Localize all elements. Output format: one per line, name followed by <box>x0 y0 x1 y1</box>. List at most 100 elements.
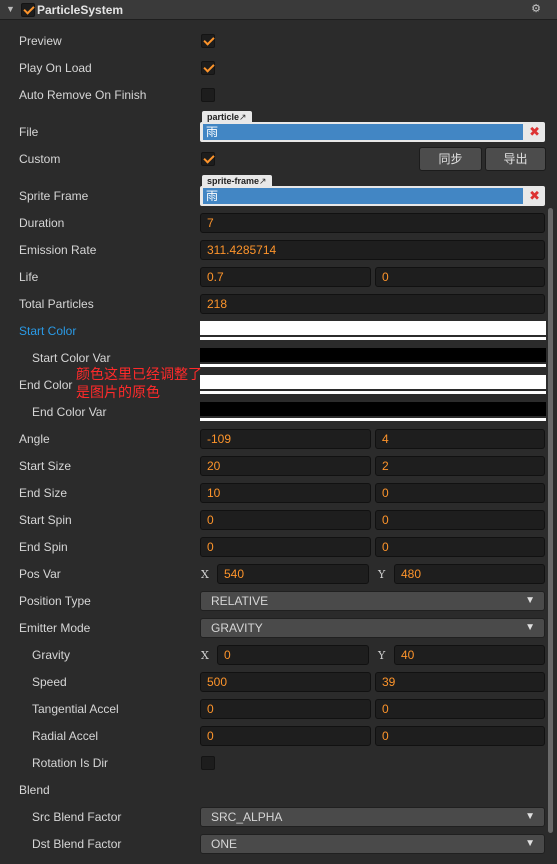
angle-input[interactable]: -109 <box>200 429 371 449</box>
src-blend-factor-label: Src Blend Factor <box>32 810 122 824</box>
src-blend-factor-value: SRC_ALPHA <box>211 810 283 824</box>
life-row: Life 0.7 0 <box>0 266 545 288</box>
emitter-mode-select[interactable]: GRAVITY ▼ <box>200 618 545 638</box>
component-header: ▼ ParticleSystem ⚙ <box>0 0 557 20</box>
end-spin-var-input[interactable]: 0 <box>375 537 545 557</box>
file-type-tag-label: particle <box>207 112 240 122</box>
blend-label: Blend <box>19 783 50 797</box>
play-on-load-label: Play On Load <box>19 61 92 75</box>
file-value: 雨 <box>203 124 523 140</box>
gear-icon[interactable]: ⚙ <box>531 2 541 15</box>
speed-input[interactable]: 500 <box>200 672 371 692</box>
duration-input[interactable]: 7 <box>200 213 545 233</box>
emission-rate-input[interactable]: 311.4285714 <box>200 240 545 260</box>
sync-button[interactable]: 同步 <box>419 147 482 171</box>
start-spin-var-input[interactable]: 0 <box>375 510 545 530</box>
export-button[interactable]: 导出 <box>485 147 546 171</box>
end-color-var-label: End Color Var <box>32 405 107 419</box>
start-size-row: Start Size 20 2 <box>0 455 545 477</box>
pos-var-row: Pos Var X 540 Y 480 <box>0 563 545 585</box>
src-blend-factor-row: Src Blend Factor SRC_ALPHA ▼ <box>0 806 545 828</box>
radial-accel-label: Radial Accel <box>32 729 99 743</box>
end-size-input[interactable]: 10 <box>200 483 371 503</box>
emission-rate-row: Emission Rate 311.4285714 <box>0 239 545 261</box>
collapse-triangle-icon[interactable]: ▼ <box>6 4 15 14</box>
gravity-x-input[interactable]: 0 <box>217 645 369 665</box>
component-title: ParticleSystem <box>37 3 124 17</box>
end-size-var-input[interactable]: 0 <box>375 483 545 503</box>
end-color-var-fill <box>200 402 546 416</box>
start-color-var-swatch[interactable] <box>200 348 546 367</box>
speed-var-input[interactable]: 39 <box>375 672 545 692</box>
dst-blend-factor-value: ONE <box>211 837 238 851</box>
gravity-y-input[interactable]: 40 <box>394 645 545 665</box>
file-field[interactable]: 雨 ✖ <box>200 122 545 142</box>
end-spin-input[interactable]: 0 <box>200 537 371 557</box>
play-on-load-checkbox[interactable] <box>201 61 215 75</box>
dst-blend-factor-select[interactable]: ONE ▼ <box>200 834 545 854</box>
auto-remove-label: Auto Remove On Finish <box>19 88 147 102</box>
total-particles-row: Total Particles 218 <box>0 293 545 315</box>
start-color-var-alpha-bar <box>200 364 546 367</box>
position-type-label: Position Type <box>19 594 91 608</box>
src-blend-factor-select[interactable]: SRC_ALPHA ▼ <box>200 807 545 827</box>
start-color-alpha-bar <box>200 337 546 340</box>
start-spin-row: Start Spin 0 0 <box>0 509 545 531</box>
sprite-frame-field[interactable]: 雨 ✖ <box>200 186 545 206</box>
dst-blend-factor-label: Dst Blend Factor <box>32 837 122 851</box>
dropdown-arrow-icon: ▼ <box>525 838 535 849</box>
tangential-accel-input[interactable]: 0 <box>200 699 371 719</box>
gravity-y-label: Y <box>378 649 386 662</box>
sprite-frame-clear-icon[interactable]: ✖ <box>529 188 540 204</box>
end-color-swatch[interactable] <box>200 375 546 394</box>
external-link-icon[interactable]: ↗ <box>259 176 267 186</box>
position-type-value: RELATIVE <box>211 594 269 608</box>
start-color-var-fill <box>200 348 546 362</box>
tangential-accel-row: Tangential Accel 0 0 <box>0 698 545 720</box>
preview-checkbox[interactable] <box>201 34 215 48</box>
pos-var-label: Pos Var <box>19 567 61 581</box>
angle-row: Angle -109 4 <box>0 428 545 450</box>
pos-var-y-input[interactable]: 480 <box>394 564 545 584</box>
start-size-var-input[interactable]: 2 <box>375 456 545 476</box>
start-size-label: Start Size <box>19 459 72 473</box>
pos-var-y-label: Y <box>378 568 386 581</box>
file-label: File <box>19 125 39 139</box>
rotation-is-dir-row: Rotation Is Dir <box>0 752 545 774</box>
start-color-row: Start Color <box>0 320 546 342</box>
custom-label: Custom <box>19 152 61 166</box>
vertical-scrollbar[interactable] <box>548 208 553 833</box>
life-input[interactable]: 0.7 <box>200 267 371 287</box>
end-color-var-row: End Color Var <box>0 401 546 423</box>
life-var-input[interactable]: 0 <box>375 267 545 287</box>
file-clear-icon[interactable]: ✖ <box>529 124 540 140</box>
preview-label: Preview <box>19 34 62 48</box>
start-color-fill <box>200 321 546 335</box>
end-color-label: End Color <box>19 378 73 392</box>
gravity-x-label: X <box>201 649 209 662</box>
radial-accel-var-input[interactable]: 0 <box>375 726 545 746</box>
dst-blend-factor-row: Dst Blend Factor ONE ▼ <box>0 833 545 855</box>
pos-var-x-input[interactable]: 540 <box>217 564 369 584</box>
external-link-icon[interactable]: ↗ <box>239 112 247 122</box>
position-type-select[interactable]: RELATIVE ▼ <box>200 591 545 611</box>
total-particles-input[interactable]: 218 <box>200 294 545 314</box>
position-type-row: Position Type RELATIVE ▼ <box>0 590 545 612</box>
start-size-input[interactable]: 20 <box>200 456 371 476</box>
annotation-line-2: 是图片的原色 <box>76 385 160 401</box>
tangential-accel-var-input[interactable]: 0 <box>375 699 545 719</box>
start-color-swatch[interactable] <box>200 321 546 340</box>
end-color-var-swatch[interactable] <box>200 402 546 421</box>
end-color-var-alpha-bar <box>200 418 546 421</box>
duration-label: Duration <box>19 216 65 230</box>
rotation-is-dir-checkbox[interactable] <box>201 756 215 770</box>
angle-var-input[interactable]: 4 <box>375 429 545 449</box>
custom-checkbox[interactable] <box>201 152 215 166</box>
emission-rate-label: Emission Rate <box>19 243 97 257</box>
life-label: Life <box>19 270 39 284</box>
radial-accel-input[interactable]: 0 <box>200 726 371 746</box>
start-spin-input[interactable]: 0 <box>200 510 371 530</box>
component-enabled-checkbox[interactable] <box>21 3 35 17</box>
auto-remove-checkbox[interactable] <box>201 88 215 102</box>
dropdown-arrow-icon: ▼ <box>525 811 535 822</box>
